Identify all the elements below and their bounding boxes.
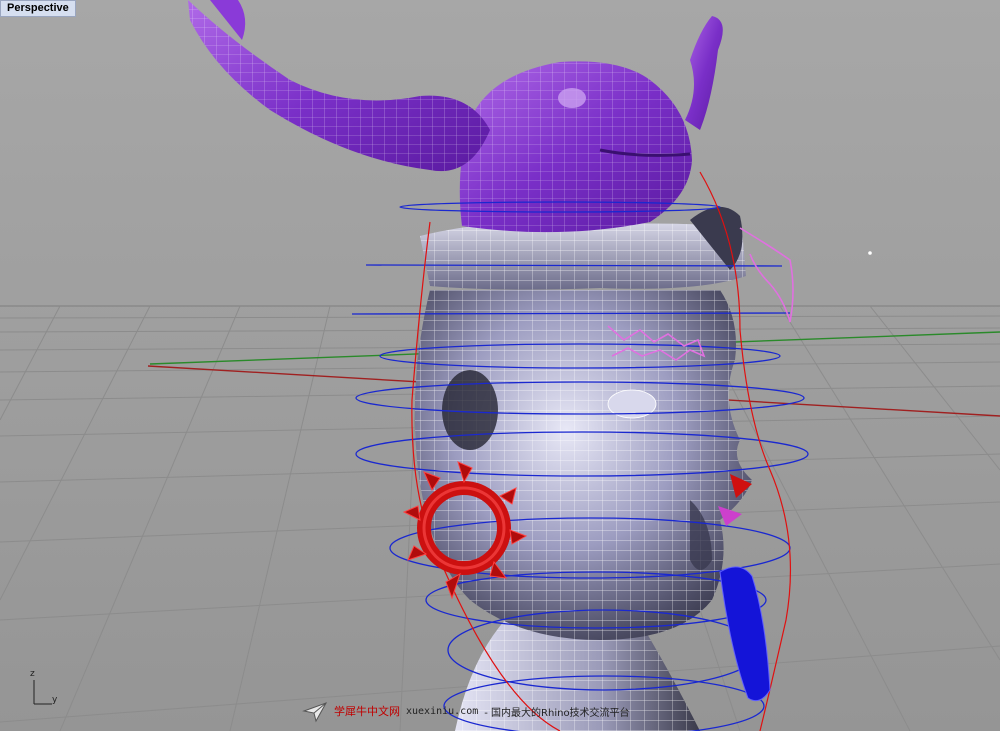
watermark-brand: 学犀牛中文网 [334,705,400,718]
axis-z-label: z [30,669,35,679]
eye-socket-shadow [442,370,498,450]
plane-logo-icon [302,702,328,723]
watermark-tagline: - 国内最大的Rhino技术交流平台 [484,707,630,719]
perspective-viewport[interactable]: Perspective z y 学犀牛中文网 xuexiniu.com - 国内… [0,0,1000,731]
watermark: 学犀牛中文网 xuexiniu.com - 国内最大的Rhino技术交流平台 [302,698,630,724]
helmet-rim-wireframe [420,221,746,290]
scene-canvas[interactable] [0,0,1000,731]
watermark-url: xuexiniu.com [406,705,479,717]
creature-eye [558,88,586,108]
viewport-title[interactable]: Perspective [0,0,76,17]
control-point[interactable] [868,251,872,255]
axis-y-label: y [52,695,58,705]
world-axes-icon: z y [26,664,66,710]
